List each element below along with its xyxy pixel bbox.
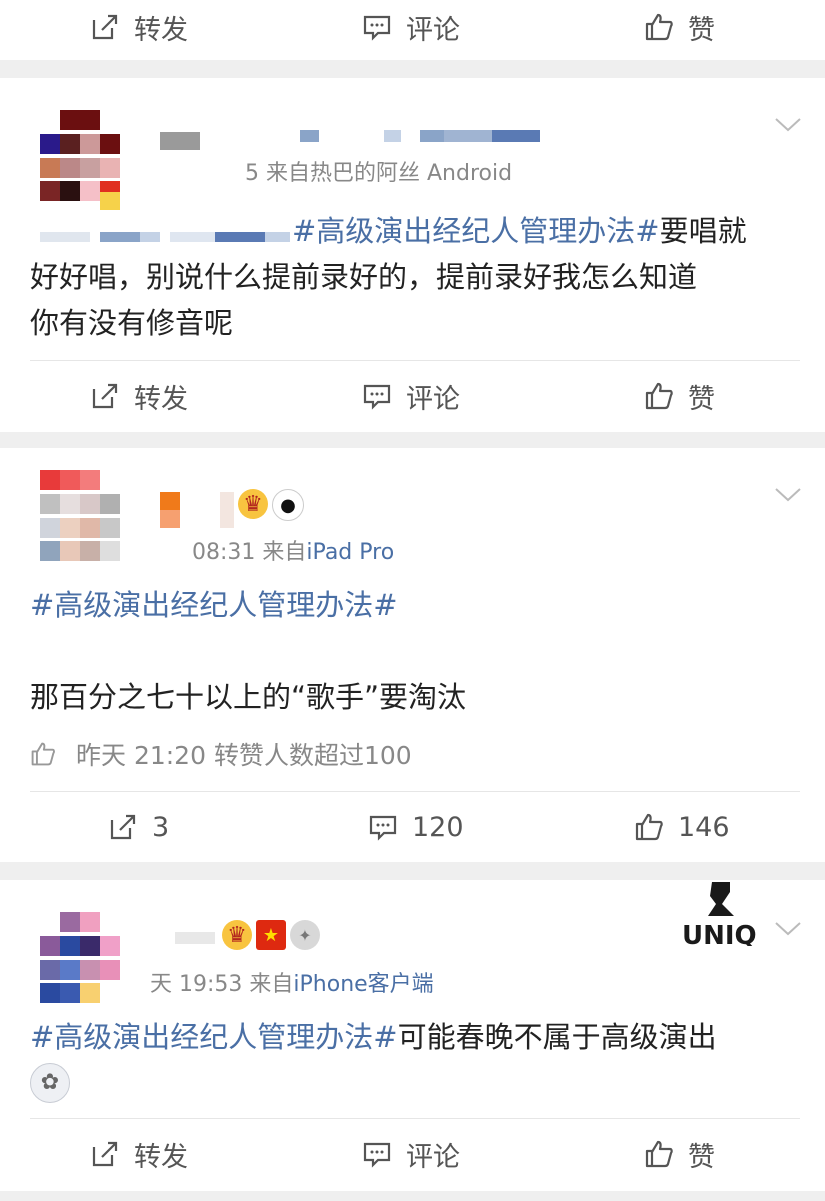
username-blurred[interactable] (160, 492, 180, 528)
thumbs-up-icon (31, 742, 55, 766)
card-gap (0, 60, 825, 78)
like-label: 赞 (688, 14, 715, 46)
topic-link[interactable]: #高级演出经纪人管理办法# (30, 1020, 398, 1054)
post-body: #高级演出经纪人管理办法#可能春晚不属于高级演出 ✿ (30, 1014, 795, 1106)
topic-link[interactable]: #高级演出经纪人管理办法# (30, 588, 398, 622)
post-time: 天 19:53 (150, 972, 243, 997)
source-label[interactable]: iPad Pro (306, 540, 394, 565)
post-meta: 天 19:53 来自iPhone客户端 (150, 966, 434, 998)
post-text: 那百分之七十以上的“歌手”要淘汰 (30, 680, 467, 714)
username-blurred-extra (300, 130, 540, 142)
post-body: #高级演出经纪人管理办法# 那百分之七十以上的“歌手”要淘汰 (30, 582, 795, 720)
topic-link[interactable]: #高级演出经纪人管理办法# (292, 214, 660, 248)
repost-label: 转发 (134, 14, 188, 46)
repost-label: 转发 (134, 1141, 188, 1173)
post-text-2: 好好唱，别说什么提前录好的，提前录好我怎么知道 (30, 260, 698, 294)
chevron-down-icon[interactable] (775, 118, 801, 132)
repost-icon (92, 1141, 118, 1167)
source-label[interactable]: iPhone客户端 (293, 972, 433, 997)
like-button[interactable]: 146 (634, 792, 730, 862)
comment-label: 评论 (406, 383, 460, 415)
like-label: 赞 (688, 383, 715, 415)
thumbs-up-icon (635, 813, 663, 841)
crown-badge-icon: ♛ (238, 489, 268, 519)
post-body: #高级演出经纪人管理办法#要唱就 好好唱，别说什么提前录好的，提前录好我怎么知道… (30, 208, 795, 346)
like-button[interactable]: 赞 (644, 0, 715, 62)
post-text-1: 要唱就 (659, 214, 747, 248)
source-prefix: 来自 (249, 972, 294, 997)
china-flag-icon: ★ (256, 920, 286, 950)
like-summary-text: 昨天 21:20 转赞人数超过100 (76, 741, 412, 770)
source-prefix: 来自 (266, 161, 311, 186)
comment-icon (369, 815, 397, 841)
action-bar: 3 120 146 (0, 792, 825, 862)
blurred-name-text (175, 932, 215, 944)
post-meta: 08:31 来自iPad Pro (152, 534, 394, 566)
avatar[interactable] (40, 912, 120, 1007)
uniq-logo-text: UNIQ (682, 921, 757, 946)
uniq-logo-icon: UNIQ (682, 882, 760, 951)
comment-label: 评论 (406, 1141, 460, 1173)
thumbs-up-icon (645, 13, 673, 41)
comment-icon (363, 384, 391, 410)
repost-icon (110, 814, 136, 840)
chevron-down-icon[interactable] (775, 488, 801, 502)
source-prefix: 来自 (262, 540, 307, 565)
post-card[interactable]: 5 来自热巴的阿丝 Android #高级演出经纪人管理办法#要唱就 好好唱，别… (0, 78, 825, 432)
card-gap (0, 1191, 825, 1201)
comment-icon (363, 1142, 391, 1168)
comment-count: 120 (412, 811, 464, 843)
post-text: 可能春晚不属于高级演出 (397, 1020, 717, 1054)
comment-button[interactable]: 评论 (362, 361, 460, 431)
medal-icon: ✦ (290, 920, 320, 950)
like-button[interactable]: 赞 (644, 1119, 715, 1189)
post-time: 5 (245, 161, 259, 186)
action-bar: 转发 评论 赞 (0, 0, 825, 62)
card-gap (0, 862, 825, 880)
repost-button[interactable]: 转发 (90, 361, 188, 431)
like-summary: 昨天 21:20 转赞人数超过100 (30, 736, 412, 772)
post-time: 08:31 (192, 540, 256, 565)
repost-label: 转发 (134, 383, 188, 415)
thumbs-up-icon (645, 1140, 673, 1168)
repost-icon (92, 14, 118, 40)
card-gap (0, 432, 825, 448)
repost-count: 3 (152, 811, 170, 843)
action-bar: 转发 评论 赞 (0, 361, 825, 431)
comment-label: 评论 (406, 14, 460, 46)
comment-button[interactable]: 120 (368, 792, 464, 862)
username-blurred-extra (220, 492, 234, 528)
like-count: 146 (678, 811, 730, 843)
post-card[interactable]: ♛ ★ ✦ UNIQ 天 19:53 来自iPhone客户端 #高级演出经纪人管… (0, 880, 825, 1191)
post-card[interactable]: ♛ ● 08:31 来自iPad Pro #高级演出经纪人管理办法# 那百分之七… (0, 448, 825, 862)
avatar[interactable] (40, 110, 120, 205)
crown-badge-icon: ♛ (222, 920, 252, 950)
like-label: 赞 (688, 1141, 715, 1173)
top-action-card: 转发 评论 赞 (0, 0, 825, 60)
chevron-down-icon[interactable] (775, 922, 801, 936)
repost-button[interactable]: 转发 (90, 1119, 188, 1189)
repost-icon (92, 383, 118, 409)
comment-button[interactable]: 评论 (362, 1119, 460, 1189)
repost-button[interactable]: 3 (108, 792, 169, 862)
comment-button[interactable]: 评论 (362, 0, 460, 62)
comment-icon (363, 15, 391, 41)
avatar[interactable] (40, 470, 120, 565)
post-meta: 5 来自热巴的阿丝 Android (245, 155, 512, 187)
panda-icon: ● (272, 489, 304, 521)
action-bar: 转发 评论 赞 (0, 1119, 825, 1189)
husky-emoji-icon: ✿ (30, 1063, 70, 1103)
source-label: 热巴的阿丝 Android (310, 161, 513, 186)
post-text-3: 你有没有修音呢 (30, 306, 234, 340)
thumbs-up-icon (645, 382, 673, 410)
username-blurred[interactable] (160, 132, 200, 150)
like-button[interactable]: 赞 (644, 361, 715, 431)
repost-button[interactable]: 转发 (90, 0, 188, 62)
